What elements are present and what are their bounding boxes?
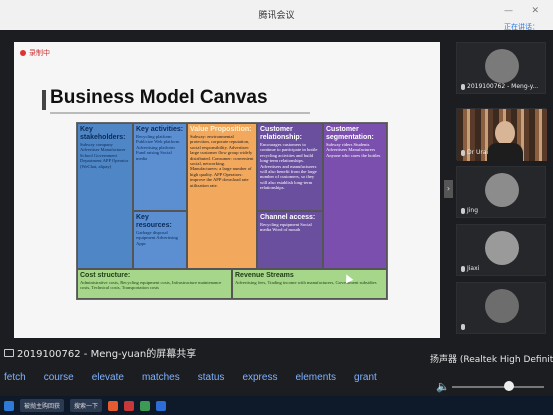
participant-tile[interactable] <box>456 282 546 334</box>
cell-heading: Key stakeholders: <box>80 126 126 141</box>
cost-structure-cell: Cost structure: Administrative costs, Re… <box>77 269 232 299</box>
cell-body: Recycling equipment Social media Word of… <box>260 222 312 233</box>
slide-title: Business Model Canvas <box>50 87 268 108</box>
recording-indicator: 录制中 <box>20 48 50 58</box>
participant-name: Jing <box>467 207 479 214</box>
volume-icon[interactable]: 🔈 <box>436 380 450 393</box>
cell-body: Encourages customers to continue to part… <box>260 142 318 191</box>
participant-name: Jiaxi <box>467 265 480 272</box>
command-bar: fetch course elevate matches status express el… <box>0 366 425 388</box>
cell-body: Subway: environmental protection, corpor… <box>190 134 254 188</box>
speaking-status: 正在讲话： <box>504 23 539 31</box>
avatar <box>485 289 519 323</box>
cell-heading: Channel access: <box>260 214 316 221</box>
participant-name: 2019100762 - Meng-y... <box>467 83 539 90</box>
cell-body: Administrative costs, Recycling equipmen… <box>80 280 222 291</box>
app-icon[interactable] <box>124 400 135 411</box>
command-express[interactable]: express <box>242 372 277 383</box>
taskbar-search[interactable]: 搜索一下 <box>70 399 103 412</box>
minimize-icon[interactable]: — <box>504 6 513 16</box>
recording-label: 录制中 <box>29 49 50 57</box>
title-rule <box>50 112 310 114</box>
cell-heading: Value Proposition: <box>190 126 252 133</box>
avatar <box>485 173 519 207</box>
avatar <box>485 231 519 265</box>
close-icon[interactable]: ✕ <box>531 6 539 16</box>
mic-icon <box>461 207 465 214</box>
command-status[interactable]: status <box>198 372 225 383</box>
video-face <box>495 121 515 145</box>
screen-share-caption: 2019100762 - Meng-yuan的屏幕共享 <box>4 345 196 360</box>
cell-body: Advertising fees, Trading income with ma… <box>235 280 377 285</box>
cell-body: Subway riders Students Advertisers Manuf… <box>326 142 381 158</box>
volume-slider-knob[interactable] <box>504 381 515 391</box>
participant-name: Dr Urai <box>467 149 489 156</box>
shared-screen: 录制中 Business Model Canvas Key stakeholde… <box>14 42 440 338</box>
revenue-streams-cell: Revenue Streams Advertising fees, Tradin… <box>232 269 387 299</box>
app-icon[interactable] <box>140 400 151 411</box>
cell-body: Subway company Advertiser Manufacturer S… <box>80 142 129 169</box>
channel-access-cell: Channel access: Recycling equipment Soci… <box>257 211 323 269</box>
video-body <box>487 143 523 161</box>
mic-icon <box>461 265 465 272</box>
key-activities-cell: Key activities: Recycling platform Publi… <box>133 123 187 211</box>
record-dot-icon <box>20 50 26 56</box>
volume-slider[interactable] <box>452 386 544 388</box>
cell-heading: Customer segmentation: <box>326 126 374 141</box>
command-fetch[interactable]: fetch <box>4 372 26 383</box>
window-title: 腾讯会议 <box>258 11 295 21</box>
title-accent <box>42 90 46 110</box>
avatar <box>485 49 519 83</box>
participant-tile[interactable]: Jing <box>456 166 546 218</box>
command-elements[interactable]: elements <box>295 372 336 383</box>
app-icon[interactable] <box>156 400 167 411</box>
cell-body: Garbage disposal equipment Advertising A… <box>136 230 178 246</box>
cell-heading: Key activities: <box>136 126 184 133</box>
key-stakeholders-cell: Key stakeholders: Subway company Adverti… <box>77 123 133 269</box>
taskbar-task[interactable]: 被抛主购回获 <box>20 399 65 412</box>
customer-relationship-cell: Customer relationship: Encourages custom… <box>257 123 323 211</box>
cell-heading: Key resources: <box>136 214 172 229</box>
participant-strip: 2019100762 - Meng-y... Dr Urai Jing Jiax… <box>452 42 553 342</box>
speaker-device-label[interactable]: 扬声器 (Realtek High Definition <box>430 352 553 365</box>
participant-video-tile[interactable]: Dr Urai <box>456 108 547 161</box>
mic-icon <box>461 324 465 330</box>
value-proposition-cell: Value Proposition: Subway: environmental… <box>187 123 257 269</box>
mic-icon <box>461 149 465 156</box>
command-grant[interactable]: grant <box>354 372 377 383</box>
business-model-canvas: Key stakeholders: Subway company Adverti… <box>76 122 388 300</box>
participant-tile[interactable]: 2019100762 - Meng-y... <box>456 42 546 94</box>
screen-share-icon <box>4 348 14 357</box>
cell-heading: Customer relationship: <box>260 126 303 141</box>
app-icon[interactable] <box>108 400 119 411</box>
command-course[interactable]: course <box>44 372 74 383</box>
customer-segmentation-cell: Customer segmentation: Subway riders Stu… <box>323 123 387 269</box>
cell-heading: Cost structure: <box>80 272 131 279</box>
cell-body: Recycling platform Publicize Web platfor… <box>136 134 180 161</box>
mic-icon <box>461 83 465 90</box>
participant-tile[interactable]: Jiaxi <box>456 224 546 276</box>
title-bar: 腾讯会议 正在讲话： — ✕ <box>0 0 553 31</box>
share-caption-text: 2019100762 - Meng-yuan的屏幕共享 <box>17 349 197 360</box>
start-icon[interactable] <box>4 400 14 411</box>
taskbar: 被抛主购回获 搜索一下 <box>0 396 553 415</box>
command-elevate[interactable]: elevate <box>92 372 124 383</box>
cell-heading: Revenue Streams <box>235 272 294 279</box>
key-resources-cell: Key resources: Garbage disposal equipmen… <box>133 211 187 269</box>
command-matches[interactable]: matches <box>142 372 180 383</box>
